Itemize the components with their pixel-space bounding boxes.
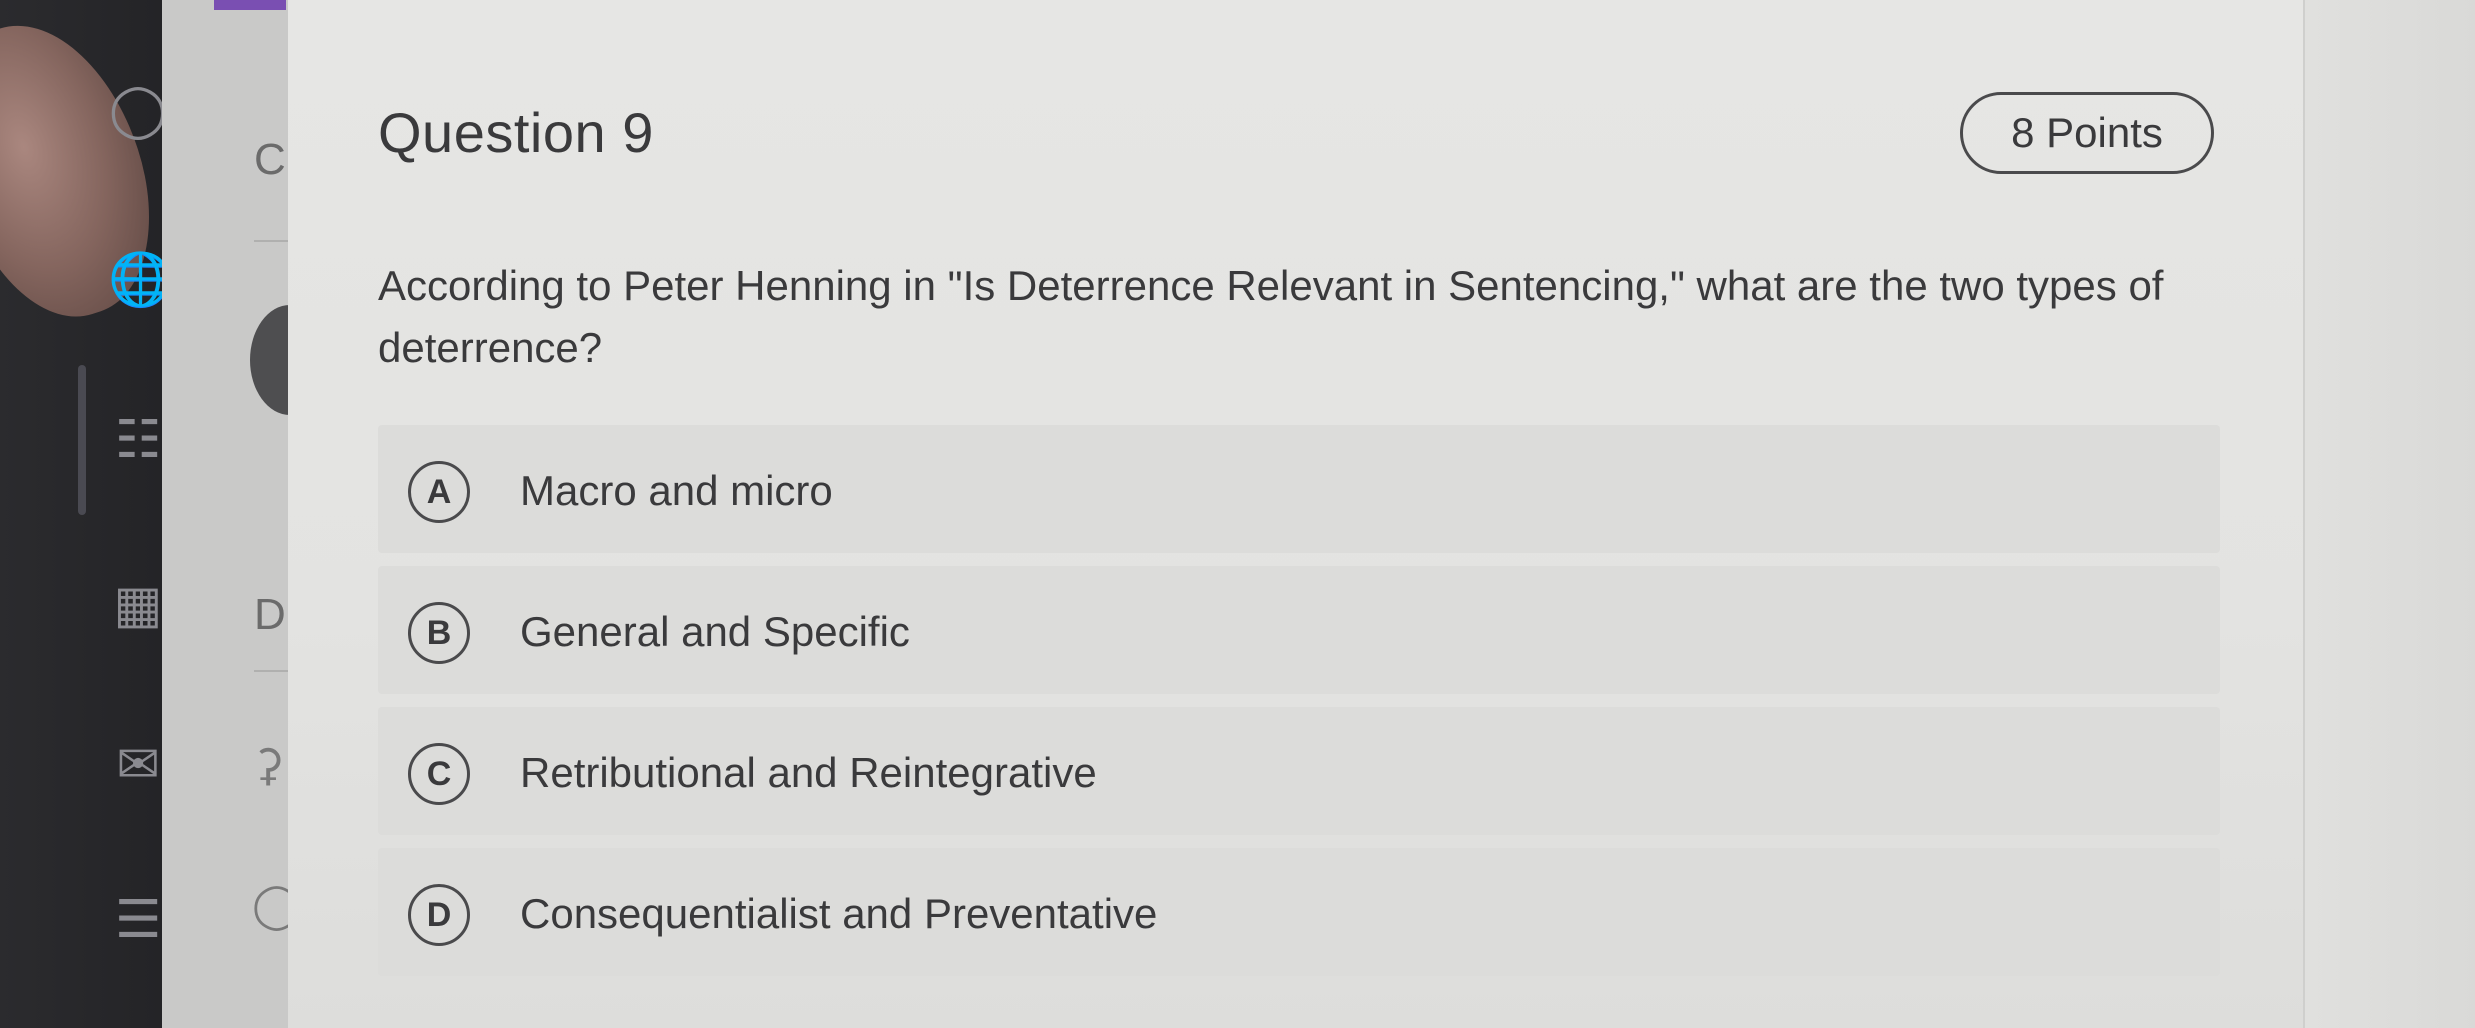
nav-active-tab-bar	[214, 0, 286, 10]
option-d[interactable]: D Consequentialist and Preventative	[378, 848, 2220, 976]
nav-divider	[254, 240, 288, 242]
nav-divider	[254, 670, 288, 672]
app-rail: ◯ 🌐 ☷ ▦ ✉ ☰	[0, 0, 182, 1028]
board-icon[interactable]: ☷	[108, 410, 168, 470]
question-prompt: According to Peter Henning in "Is Deterr…	[378, 262, 2164, 371]
option-label: Macro and micro	[520, 467, 833, 514]
rail-active-indicator	[78, 365, 86, 515]
points-badge: 8 Points	[1960, 92, 2214, 174]
option-letter-badge: C	[408, 743, 470, 805]
answer-options: A Macro and micro B General and Specific…	[378, 425, 2220, 989]
document-icon[interactable]: ☰	[108, 890, 168, 950]
option-label: General and Specific	[520, 608, 910, 655]
option-label: Retributional and Reintegrative	[520, 749, 1097, 796]
option-a[interactable]: A Macro and micro	[378, 425, 2220, 553]
option-b[interactable]: B General and Specific	[378, 566, 2220, 694]
question-title: Question 9	[378, 101, 654, 164]
person-icon[interactable]: ⚳	[252, 740, 284, 791]
option-letter-badge: D	[408, 884, 470, 946]
option-letter-badge: A	[408, 461, 470, 523]
mail-icon[interactable]: ✉	[108, 735, 168, 795]
screen: ◯ 🌐 ☷ ▦ ✉ ☰ C D ⚳ ◯ Question 9 8 Points …	[0, 0, 2475, 1028]
calendar-icon[interactable]: ▦	[108, 575, 168, 635]
globe-icon[interactable]: 🌐	[108, 250, 173, 310]
option-c[interactable]: C Retributional and Reintegrative	[378, 707, 2220, 835]
right-gutter	[2303, 0, 2475, 1028]
people-icon[interactable]: ◯	[108, 80, 168, 140]
option-label: Consequentialist and Preventative	[520, 890, 1158, 937]
option-letter-badge: B	[408, 602, 470, 664]
